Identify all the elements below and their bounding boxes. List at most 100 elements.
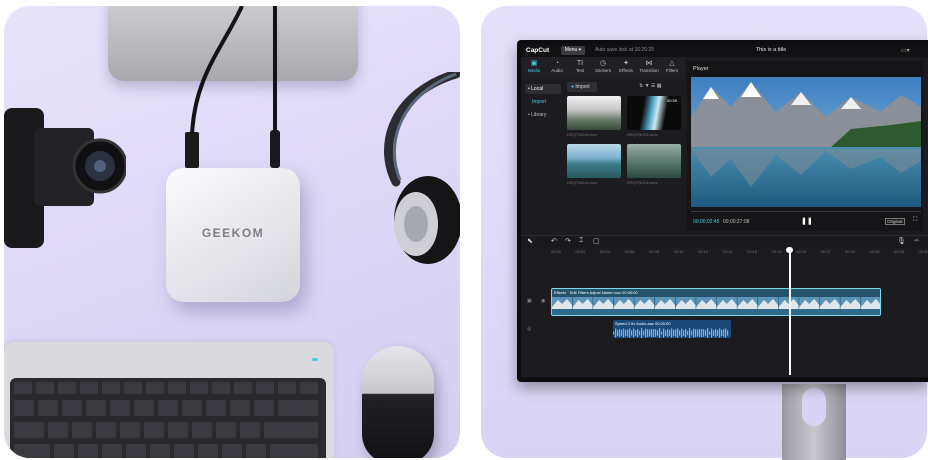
video-frame bbox=[675, 297, 696, 315]
waveform-bar bbox=[705, 330, 707, 336]
waveform-bar bbox=[661, 331, 663, 335]
player-scrubber[interactable] bbox=[691, 211, 921, 212]
waveform-bar bbox=[725, 328, 727, 338]
waveform-bar bbox=[681, 328, 683, 338]
waveform-bar bbox=[639, 330, 641, 336]
waveform-bar bbox=[659, 328, 661, 338]
ruler-tick: 00:20 bbox=[796, 249, 807, 254]
monitor-stand-cutout bbox=[802, 388, 826, 426]
ruler-tick: 00:00 bbox=[551, 249, 562, 254]
delete-icon[interactable]: ▢ bbox=[593, 237, 600, 245]
total-time: 00:00:27:08 bbox=[723, 219, 750, 225]
tool-transition[interactable]: ⋈ Transition bbox=[638, 60, 660, 73]
menu-button-label: Menu bbox=[564, 47, 578, 53]
asset-toolbar: ▣ Media ◔ Audio TI Text ◷ Stickers ✦ Effects … bbox=[521, 57, 685, 79]
waveform-bar bbox=[675, 329, 677, 337]
waveform-bar bbox=[717, 329, 719, 337]
import-button[interactable]: ● Import bbox=[567, 82, 597, 92]
media-thumb-2-duration: 00:39 bbox=[667, 98, 678, 103]
undo-icon[interactable]: ↶ bbox=[551, 237, 557, 245]
document-title: This is a title bbox=[755, 47, 787, 53]
waveform-bar bbox=[715, 329, 717, 337]
tool-media[interactable]: ▣ Media bbox=[523, 60, 545, 73]
audio-track-icon[interactable]: ◎ bbox=[527, 326, 531, 332]
title-bar: CapCut Menu ▾ Auto save lock at 16:20:29… bbox=[521, 44, 928, 57]
tool-audio[interactable]: ◔ Audio bbox=[546, 60, 568, 73]
sidebar-item-local[interactable]: • Local bbox=[525, 84, 561, 94]
video-frame bbox=[572, 297, 593, 315]
microphone-icon[interactable]: 🎙 bbox=[897, 237, 906, 245]
video-clip-label: Effects · Edit Filters Adjust Name.mov 0… bbox=[554, 290, 638, 295]
tool-effects[interactable]: ✦ Effects bbox=[615, 60, 637, 73]
tool-stickers[interactable]: ◷ Stickers bbox=[592, 60, 614, 73]
waveform-bar bbox=[699, 329, 701, 337]
video-track-lock-icon[interactable]: ▣ bbox=[527, 298, 532, 304]
fullscreen-icon[interactable]: ⛶ bbox=[913, 217, 917, 224]
audio-clip[interactable]: Speed 2.0x Audio.aac 00:00:00 bbox=[613, 320, 731, 338]
waveform-bar bbox=[683, 330, 685, 336]
media-panel: ● Import ⇅ ▼ ☰ ▦ DRQTNG04.mov 00:39 DRQT… bbox=[565, 82, 683, 232]
ruler-tick: 00:30 bbox=[918, 249, 928, 254]
tool-text[interactable]: TI Text bbox=[569, 60, 591, 73]
autosave-status: Auto save lock at 16:20:29 bbox=[595, 47, 654, 53]
tool-filters[interactable]: △ Filters bbox=[661, 60, 683, 73]
waveform-bar bbox=[677, 328, 679, 338]
waveform-bar bbox=[625, 329, 627, 337]
sidebar-item-library[interactable]: • Library bbox=[525, 110, 561, 120]
video-track-eye-icon[interactable]: ◉ bbox=[541, 298, 545, 304]
waveform-bar bbox=[713, 330, 715, 336]
ruler-tick: 00:16 bbox=[747, 249, 758, 254]
waveform-bar bbox=[613, 331, 615, 335]
stickers-icon: ◷ bbox=[599, 60, 607, 67]
waveform-bar bbox=[633, 328, 635, 338]
waveform-bar bbox=[623, 328, 625, 338]
import-button-label: Import bbox=[575, 84, 590, 90]
video-frame bbox=[655, 297, 675, 315]
audio-clip-label: Speed 2.0x Audio.aac 00:00:00 bbox=[615, 321, 671, 326]
split-icon[interactable]: ⌶ bbox=[579, 237, 583, 245]
ruler-tick: 00:28 bbox=[894, 249, 905, 254]
select-cursor-icon[interactable]: ⬉ bbox=[527, 237, 533, 245]
waveform-bar bbox=[721, 329, 723, 337]
video-clip[interactable]: Effects · Edit Filters Adjust Name.mov 0… bbox=[551, 288, 881, 316]
media-thumb-1[interactable] bbox=[567, 96, 621, 130]
sidebar-item-import[interactable]: Import bbox=[525, 97, 561, 107]
tool-filters-label: Filters bbox=[665, 68, 679, 73]
product-photo-panel: GEEKOM bbox=[4, 6, 460, 458]
mouse-illustration bbox=[362, 346, 434, 458]
waveform-bar bbox=[641, 328, 643, 338]
waveform-bar bbox=[691, 330, 693, 336]
video-frame bbox=[716, 297, 737, 315]
layout-icon[interactable]: ▭▾ bbox=[901, 47, 910, 54]
pause-icon[interactable]: ❚❚ bbox=[801, 217, 813, 225]
waveform-bar bbox=[727, 330, 729, 336]
video-frame bbox=[758, 297, 778, 315]
media-view-controls[interactable]: ⇅ ▼ ☰ ▦ bbox=[639, 83, 662, 89]
playhead[interactable] bbox=[789, 249, 791, 375]
redo-icon[interactable]: ↷ bbox=[565, 237, 571, 245]
waveform-bar bbox=[621, 329, 623, 337]
waveform-bar bbox=[669, 329, 671, 337]
waveform-bar bbox=[689, 328, 691, 338]
waveform-bar bbox=[649, 329, 651, 337]
menu-button[interactable]: Menu ▾ bbox=[561, 46, 585, 55]
link-icon[interactable]: ⇔ bbox=[913, 237, 920, 244]
waveform-bar bbox=[617, 329, 619, 337]
waveform-bar bbox=[615, 328, 617, 338]
ruler-tick: 00:14 bbox=[722, 249, 733, 254]
app-brand: CapCut bbox=[526, 47, 550, 54]
original-ratio-button[interactable]: Original bbox=[885, 218, 905, 225]
waveform-bar bbox=[697, 329, 699, 337]
text-icon: TI bbox=[576, 60, 584, 67]
waveform-bar bbox=[629, 328, 631, 338]
waveform-bar bbox=[679, 330, 681, 336]
waveform-bar bbox=[637, 329, 639, 337]
media-thumb-4[interactable] bbox=[627, 144, 681, 178]
ruler-tick: 00:10 bbox=[673, 249, 684, 254]
waveform-bar bbox=[657, 330, 659, 336]
waveform-bar bbox=[673, 329, 675, 337]
waveform-bar bbox=[643, 330, 645, 336]
waveform-bar bbox=[651, 329, 653, 337]
tool-text-label: Text bbox=[575, 68, 585, 73]
media-thumb-3[interactable] bbox=[567, 144, 621, 178]
